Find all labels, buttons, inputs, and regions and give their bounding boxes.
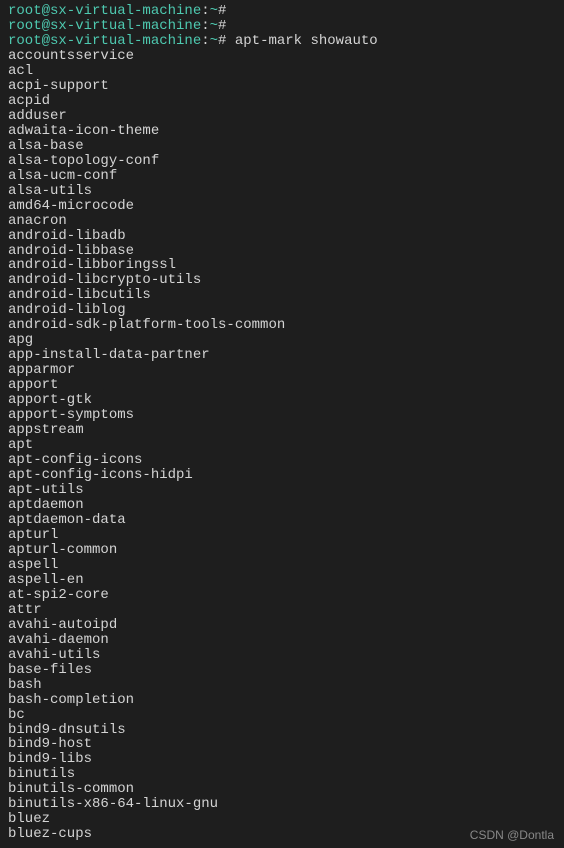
- package-item: apparmor: [8, 363, 556, 378]
- prompt-line-empty: root@sx-virtual-machine:~#: [8, 19, 556, 34]
- prompt-separator: :: [201, 33, 209, 49]
- package-item: binutils-common: [8, 782, 556, 797]
- package-item: base-files: [8, 663, 556, 678]
- prompt-path: ~: [210, 33, 218, 49]
- prompt-separator: :: [201, 3, 209, 19]
- package-item: alsa-topology-conf: [8, 154, 556, 169]
- command-text: apt-mark showauto: [235, 33, 378, 49]
- package-item: anacron: [8, 214, 556, 229]
- package-item: apport: [8, 378, 556, 393]
- prompt-symbol: #: [218, 33, 226, 49]
- package-item: android-libadb: [8, 229, 556, 244]
- package-item: aspell-en: [8, 573, 556, 588]
- package-item: app-install-data-partner: [8, 348, 556, 363]
- package-item: avahi-daemon: [8, 633, 556, 648]
- terminal-output[interactable]: root@sx-virtual-machine:~# root@sx-virtu…: [8, 4, 556, 842]
- package-item: apport-gtk: [8, 393, 556, 408]
- package-item: bluez: [8, 812, 556, 827]
- package-item: apt-utils: [8, 483, 556, 498]
- package-item: android-libbase: [8, 244, 556, 259]
- package-item: android-libcutils: [8, 288, 556, 303]
- package-item: acl: [8, 64, 556, 79]
- prompt-user-host: root@sx-virtual-machine: [8, 18, 201, 34]
- package-item: aptdaemon-data: [8, 513, 556, 528]
- prompt-symbol: #: [218, 3, 226, 19]
- package-item: aspell: [8, 558, 556, 573]
- package-item: accountsservice: [8, 49, 556, 64]
- package-item: avahi-utils: [8, 648, 556, 663]
- package-item: apt: [8, 438, 556, 453]
- package-item: binutils: [8, 767, 556, 782]
- package-item: apturl-common: [8, 543, 556, 558]
- prompt-path: ~: [210, 18, 218, 34]
- package-item: bind9-host: [8, 737, 556, 752]
- prompt-symbol: #: [218, 18, 226, 34]
- package-item: avahi-autoipd: [8, 618, 556, 633]
- prompt-user-host: root@sx-virtual-machine: [8, 33, 201, 49]
- package-item: android-liblog: [8, 303, 556, 318]
- package-item: appstream: [8, 423, 556, 438]
- package-item: android-sdk-platform-tools-common: [8, 318, 556, 333]
- package-item: alsa-base: [8, 139, 556, 154]
- package-item: bind9-libs: [8, 752, 556, 767]
- prompt-line-command: root@sx-virtual-machine:~# apt-mark show…: [8, 34, 556, 49]
- package-item: apport-symptoms: [8, 408, 556, 423]
- prompt-user-host: root@sx-virtual-machine: [8, 3, 201, 19]
- package-item: aptdaemon: [8, 498, 556, 513]
- package-item: bc: [8, 708, 556, 723]
- package-item: apturl: [8, 528, 556, 543]
- package-item: acpid: [8, 94, 556, 109]
- prompt-separator: :: [201, 18, 209, 34]
- package-item: adduser: [8, 109, 556, 124]
- watermark-text: CSDN @Dontla: [470, 829, 554, 842]
- package-item: apt-config-icons: [8, 453, 556, 468]
- package-item: attr: [8, 603, 556, 618]
- package-item: apt-config-icons-hidpi: [8, 468, 556, 483]
- package-item: binutils-x86-64-linux-gnu: [8, 797, 556, 812]
- prompt-path: ~: [210, 3, 218, 19]
- package-item: android-libboringssl: [8, 258, 556, 273]
- package-item: android-libcrypto-utils: [8, 273, 556, 288]
- package-item: apg: [8, 333, 556, 348]
- prompt-line-empty: root@sx-virtual-machine:~#: [8, 4, 556, 19]
- package-item: bind9-dnsutils: [8, 723, 556, 738]
- package-item: at-spi2-core: [8, 588, 556, 603]
- package-item: amd64-microcode: [8, 199, 556, 214]
- package-item: bash: [8, 678, 556, 693]
- package-item: alsa-ucm-conf: [8, 169, 556, 184]
- package-item: acpi-support: [8, 79, 556, 94]
- package-item: alsa-utils: [8, 184, 556, 199]
- package-item: bash-completion: [8, 693, 556, 708]
- package-list: accountsserviceaclacpi-supportacpidaddus…: [8, 49, 556, 842]
- package-item: adwaita-icon-theme: [8, 124, 556, 139]
